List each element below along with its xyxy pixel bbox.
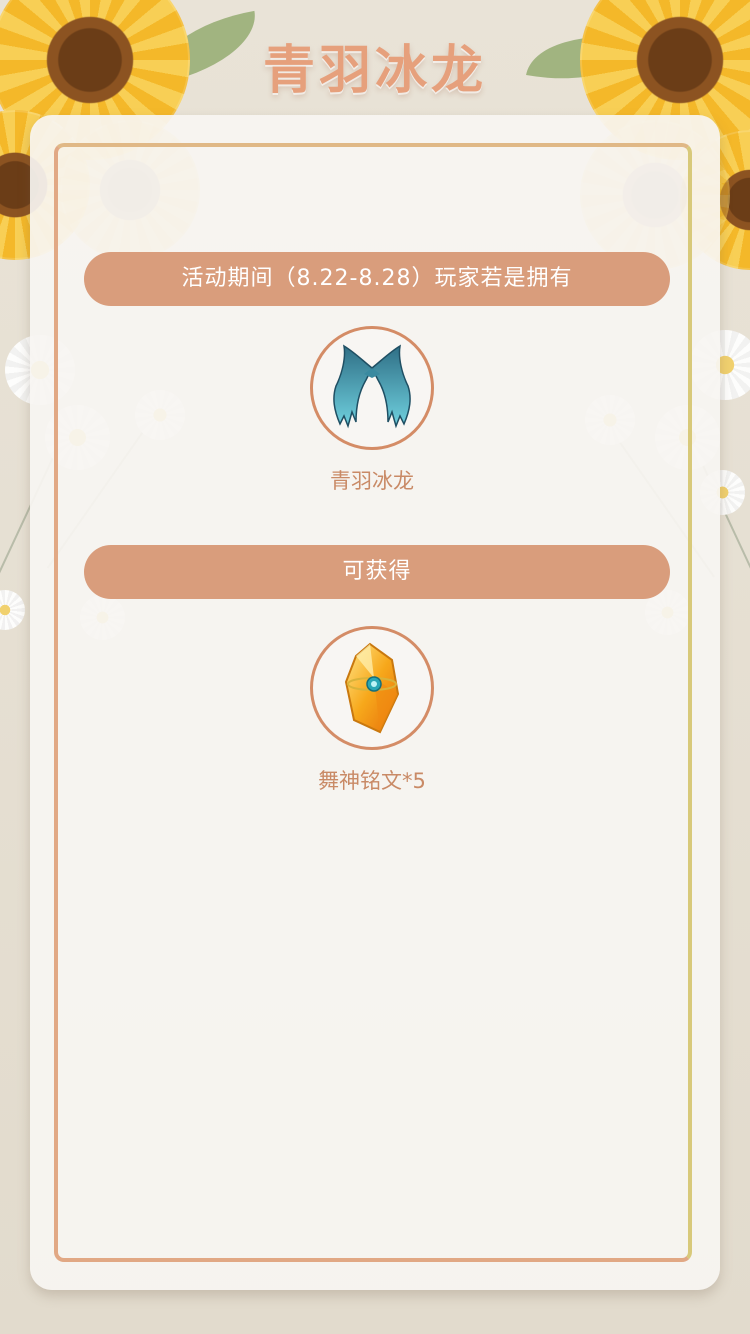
required-item-name: 青羽冰龙 bbox=[330, 469, 414, 493]
reward-banner: 可获得 bbox=[84, 545, 670, 599]
crystal-inscription-icon bbox=[344, 642, 400, 734]
reward-item-name: 舞神铭文*5 bbox=[318, 769, 426, 793]
content-card: 活动期间（8.22-8.28）玩家若是拥有 青羽冰龙 可获得 舞神铭文*5 bbox=[30, 115, 720, 1290]
daisy-decoration bbox=[0, 590, 25, 630]
reward-item-slot[interactable] bbox=[310, 626, 434, 750]
condition-banner: 活动期间（8.22-8.28）玩家若是拥有 bbox=[84, 252, 670, 306]
page-title: 青羽冰龙 bbox=[262, 41, 487, 101]
page: 青羽冰龙 活动期间（8.22-8.28）玩家若是拥有 青羽冰龙 可获得 舞神铭文… bbox=[0, 0, 750, 1334]
required-item-slot[interactable] bbox=[310, 326, 434, 450]
wings-icon bbox=[333, 344, 411, 429]
